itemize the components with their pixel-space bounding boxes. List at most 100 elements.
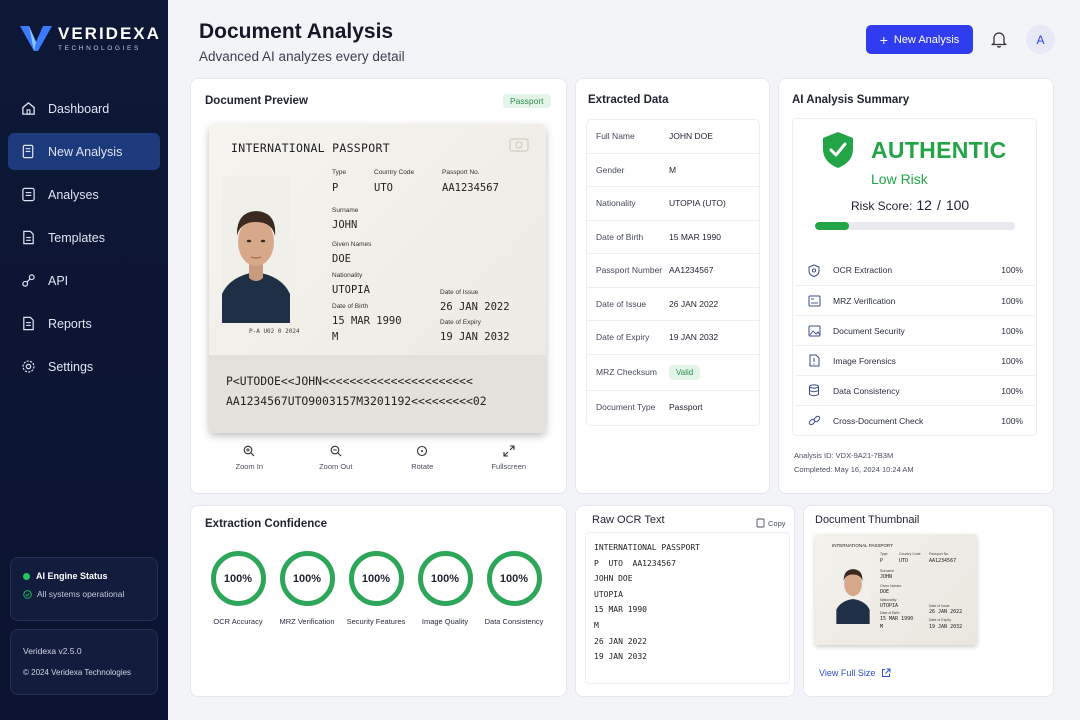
dob-label: Date of Birth xyxy=(332,303,369,310)
sidebar-item-label: Templates xyxy=(48,230,105,245)
thumb-passno: AA1234567 xyxy=(929,558,957,564)
sidebar-item-dashboard[interactable]: Dashboard xyxy=(8,90,160,127)
avatar[interactable]: A xyxy=(1026,25,1055,54)
verdict-text: AUTHENTIC xyxy=(871,137,1007,163)
thumb-dob: 15 MAR 1990 xyxy=(880,616,914,622)
dob-value: 15 MAR 1990 xyxy=(332,315,402,327)
country-label: Country Code xyxy=(374,169,415,176)
alert-icon xyxy=(795,354,833,367)
confidence-ring: 100% xyxy=(279,551,335,606)
page-title: Document Analysis xyxy=(199,20,394,43)
bell-icon[interactable] xyxy=(990,30,1008,53)
check-value: 100% xyxy=(1001,355,1023,366)
field-key: Gender xyxy=(596,164,625,175)
extracted-data-title: Extracted Data xyxy=(588,94,669,106)
ai-summary-title: AI Analysis Summary xyxy=(792,94,910,106)
passport-no-label: Passport No. xyxy=(442,169,480,176)
type-value: P xyxy=(332,182,339,194)
copy-label: Copy xyxy=(768,518,786,528)
thumb-issue-label: Date of Issue xyxy=(929,604,950,608)
sidebar-item-api[interactable]: API xyxy=(8,262,160,299)
shield-icon xyxy=(795,263,833,277)
api-icon xyxy=(20,273,36,289)
mrz-line-2: AA1234567UTO9003157M3201192<<<<<<<<<02 xyxy=(226,394,487,408)
field-key: Full Name xyxy=(596,131,635,142)
sidebar-item-templates[interactable]: Templates xyxy=(8,219,160,256)
document-thumbnail-image[interactable]: INTERNATIONAL PASSPORT Type P Country Co… xyxy=(815,534,977,645)
photo-caption: P-A U02 0 2024 xyxy=(249,328,300,335)
zoom-out-label: Zoom Out xyxy=(319,462,353,471)
copy-button[interactable]: Copy xyxy=(756,518,786,528)
thumb-photo xyxy=(836,552,870,624)
field-value: 26 JAN 2022 xyxy=(669,298,719,309)
field-value: Passport xyxy=(669,402,703,413)
external-link-icon xyxy=(882,668,891,677)
risk-score-value: 12 xyxy=(916,197,932,213)
thumb-nationality-label: Nationality xyxy=(880,598,897,602)
list-item: Date of Issue 26 JAN 2022 xyxy=(587,288,759,321)
status-sub-row: All systems operational xyxy=(23,589,145,599)
check-item-cross-document: Cross-Document Check 100% xyxy=(795,405,1035,435)
ocr-line: 19 JAN 2032 xyxy=(594,652,647,662)
thumb-country: UTO xyxy=(899,558,909,564)
zoom-out-button[interactable]: Zoom Out xyxy=(293,437,380,481)
sidebar-item-analyses[interactable]: Analyses xyxy=(8,176,160,213)
gear-icon xyxy=(20,359,36,375)
rotate-label: Rotate xyxy=(411,462,434,471)
surname-value: JOHN xyxy=(332,219,358,231)
check-value: 100% xyxy=(1001,295,1023,306)
zoom-out-icon xyxy=(330,445,342,457)
database-icon xyxy=(795,384,833,397)
list-icon xyxy=(20,187,36,203)
check-item-document-security: Document Security 100% xyxy=(795,315,1035,345)
passport-photo xyxy=(222,176,290,323)
field-value: AA1234567 xyxy=(669,265,714,276)
thumb-surname-label: Surname xyxy=(880,569,895,573)
field-key: Passport Number xyxy=(596,265,663,276)
status-subtitle: All systems operational xyxy=(37,589,125,599)
ocr-line: JOHN DOE xyxy=(594,574,633,584)
view-full-size-link[interactable]: View Full Size xyxy=(819,668,891,678)
rotate-button[interactable]: Rotate xyxy=(379,437,466,481)
field-value: M xyxy=(669,164,677,175)
ocr-line: 15 MAR 1990 xyxy=(594,605,647,615)
sidebar-item-reports[interactable]: Reports xyxy=(8,305,160,342)
surname-label: Surname xyxy=(332,207,359,214)
analysis-id: Analysis ID: VDX-9A21-7B3M xyxy=(794,451,894,460)
document-type-badge: Passport xyxy=(503,94,551,108)
check-value: 100% xyxy=(1001,385,1023,396)
confidence-item-image-quality: 100% Image Quality xyxy=(410,551,480,626)
field-key: Document Type xyxy=(596,402,656,413)
new-analysis-button[interactable]: + New Analysis xyxy=(866,25,973,54)
ocr-line: INTERNATIONAL PASSPORT xyxy=(594,543,700,552)
list-item: Full Name JOHN DOE xyxy=(587,120,759,154)
check-value: 100% xyxy=(1001,265,1023,275)
check-label: OCR Extraction xyxy=(833,265,893,275)
zoom-in-button[interactable]: Zoom In xyxy=(206,437,293,481)
confidence-item-mrz-verification: 100% MRZ Verification xyxy=(272,551,342,626)
check-item-ocr-extraction: OCR Extraction 100% xyxy=(795,255,1035,285)
list-item: Nationality UTOPIA (UTO) xyxy=(587,187,759,221)
list-item: Gender M xyxy=(587,154,759,187)
brand-logo[interactable]: VERIDEXA TECHNOLOGIES xyxy=(20,24,161,52)
version-card: Veridexa v2.5.0 © 2024 Veridexa Technolo… xyxy=(10,629,158,695)
sidebar-item-settings[interactable]: Settings xyxy=(8,348,160,385)
version-text: Veridexa v2.5.0 xyxy=(23,646,82,656)
mrz-zone: P<UTODOE<<JOHN<<<<<<<<<<<<<<<<<<<<<< AA1… xyxy=(209,355,546,433)
check-label: Data Consistency xyxy=(833,385,900,396)
mrz-line-1: P<UTODOE<<JOHN<<<<<<<<<<<<<<<<<<<<<< xyxy=(226,374,473,388)
sex-value: M xyxy=(332,331,339,343)
fullscreen-button[interactable]: Fullscreen xyxy=(466,437,553,481)
passport-emblem-icon xyxy=(509,138,529,152)
check-label: Image Forensics xyxy=(833,355,896,366)
sidebar: VERIDEXA TECHNOLOGIES Dashboard New Anal… xyxy=(0,0,168,720)
sidebar-item-new-analysis[interactable]: New Analysis xyxy=(8,133,160,170)
report-icon xyxy=(20,316,36,332)
field-key: Date of Issue xyxy=(596,298,647,309)
thumb-surname: JOHN xyxy=(880,574,893,580)
sidebar-item-label: New Analysis xyxy=(48,144,123,159)
confidence-label: Image Quality xyxy=(421,617,469,626)
check-item-mrz-verification: MRZ Verification 100% xyxy=(795,285,1035,315)
field-value: 19 JAN 2032 xyxy=(669,332,719,343)
status-dot-icon xyxy=(23,572,30,580)
